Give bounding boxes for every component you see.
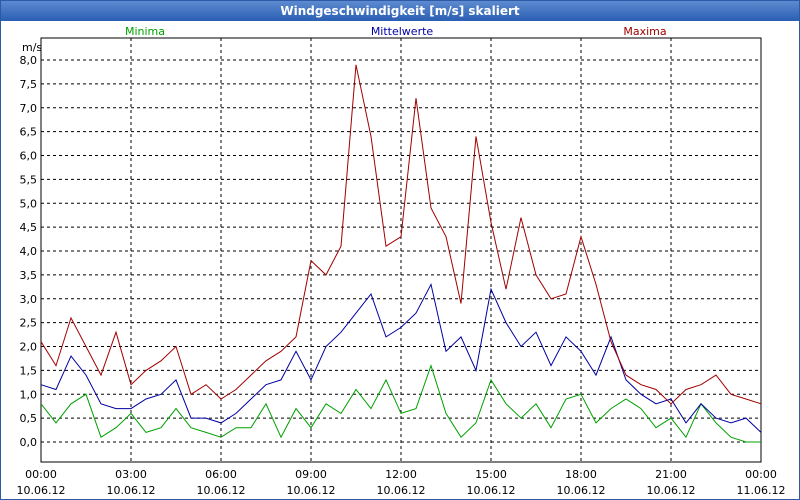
y-tick-label: 0,0 [20,436,38,449]
y-tick-label: 4,0 [20,245,38,258]
x-tick-time-label: 12:00 [385,468,417,481]
x-tick-date-label: 10.06.12 [197,484,246,497]
y-tick-label: 1,0 [20,388,38,401]
y-tick-label: 5,5 [20,173,38,186]
x-tick-date-label: 10.06.12 [557,484,606,497]
x-tick-date-label: 10.06.12 [17,484,66,497]
x-tick-time-label: 15:00 [475,468,507,481]
y-tick-label: 0,5 [20,412,38,425]
x-tick-date-label: 10.06.12 [467,484,516,497]
y-tick-label: 3,0 [20,293,38,306]
legend-entry-maxima: Maxima [623,25,666,38]
x-tick-time-label: 21:00 [655,468,687,481]
x-tick-date-label: 10.06.12 [377,484,426,497]
y-tick-label: 2,5 [20,317,38,330]
series-lines [40,64,762,443]
y-tick-label: 1,5 [20,364,38,377]
y-tick-label: 6,0 [20,150,38,163]
y-tick-label: 7,0 [20,102,38,115]
x-tick-date-label: 11.06.12 [737,484,786,497]
y-tick-label: 3,5 [20,269,38,282]
y-tick-label: 7,5 [20,78,38,91]
legend-entry-mittelwerte: Mittelwerte [371,25,434,38]
x-tick-date-label: 10.06.12 [647,484,696,497]
x-tick-time-label: 06:00 [205,468,237,481]
x-tick-time-label: 00:00 [745,468,777,481]
y-tick-label: 4,5 [20,221,38,234]
y-tick-label: 8,0 [20,54,38,67]
x-tick-time-label: 09:00 [295,468,327,481]
y-axis-label: m/s [22,41,42,54]
legend-entry-minima: Minima [125,25,165,38]
x-tick-time-label: 00:00 [25,468,57,481]
legend: Minima Mittelwerte Maxima [125,25,667,38]
x-tick-time-label: 03:00 [115,468,147,481]
y-tick-label: 6,5 [20,126,38,139]
y-tick-label: 5,0 [20,197,38,210]
x-tick-date-label: 10.06.12 [107,484,156,497]
line-chart: 0,0 0,5 1,0 1,5 2,0 2,5 3,0 3,5 4,0 4,5 5,0 5,5 6,0 6… [17,25,786,497]
y-tick-label: 2,0 [20,341,38,354]
x-tick-time-label: 18:00 [565,468,597,481]
x-tick-date-label: 10.06.12 [287,484,336,497]
